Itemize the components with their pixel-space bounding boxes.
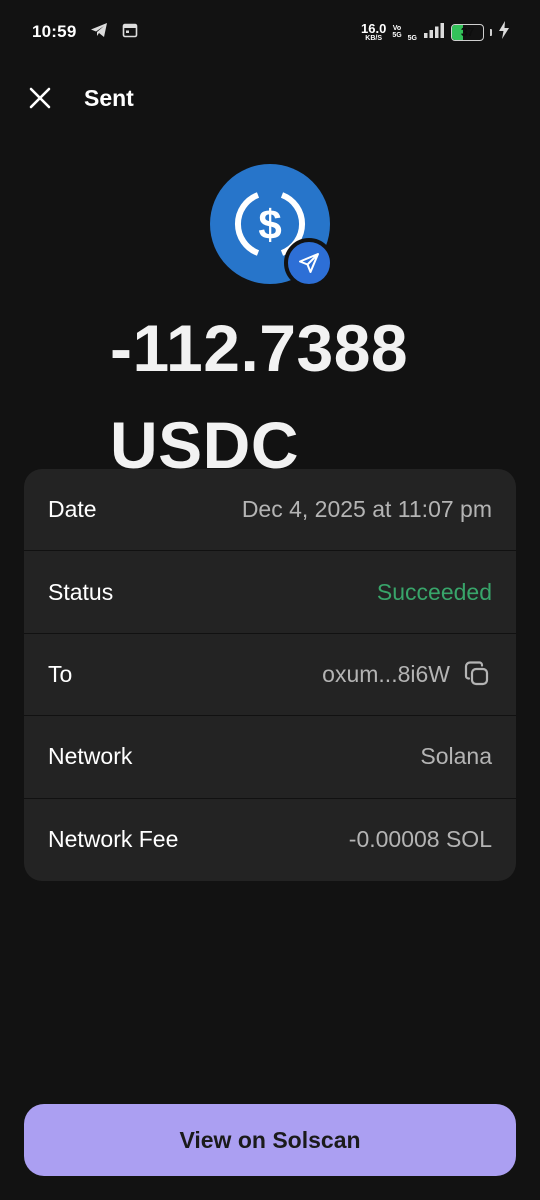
detail-row-to: To oxum...8i6W [24,634,516,717]
detail-label: Status [48,578,114,605]
status-bar: 10:59 16.0 KB/S Vo 5G 5G 37 [0,0,540,64]
recipient-address-group: oxum...8i6W [322,659,492,689]
close-button[interactable] [24,82,56,114]
send-arrow-icon [284,238,334,288]
details-card: Date Dec 4, 2025 at 11:07 pm Status Succ… [24,469,516,881]
svg-text:$: $ [258,201,281,248]
header: Sent [24,78,134,118]
amount-value: -112.7388 [110,311,409,385]
detail-row-date: Date Dec 4, 2025 at 11:07 pm [24,469,516,552]
charging-icon [498,20,510,44]
detail-row-network: Network Solana [24,716,516,799]
transaction-amount: -112.7388 USDC [110,300,530,494]
detail-row-network-fee: Network Fee -0.00008 SOL [24,799,516,881]
status-time: 10:59 [32,22,77,41]
detail-value: Dec 4, 2025 at 11:07 pm [241,496,492,523]
recipient-address: oxum...8i6W [322,660,450,687]
detail-value: Solana [420,743,492,770]
copy-button[interactable] [462,659,492,689]
detail-value: -0.00008 SOL [348,826,492,853]
signal-icon [423,22,445,43]
calendar-icon [122,22,138,43]
detail-row-status: Status Succeeded [24,551,516,634]
close-icon [29,87,51,109]
copy-icon [464,661,489,686]
detail-label: Network Fee [48,826,179,853]
detail-label: Date [48,496,97,523]
network-type: 5G [407,34,417,42]
page-title: Sent [84,84,134,111]
battery-cap [490,28,492,36]
battery-icon: 37 [451,23,484,41]
detail-label: Network [48,743,133,770]
network-speed: 16.0 KB/S [361,21,387,42]
transaction-detail-screen: 10:59 16.0 KB/S Vo 5G 5G 37 Sent $ -112.… [0,0,540,1200]
volte-indicator: Vo 5G [392,24,402,39]
telegram-icon [90,22,108,43]
view-on-solscan-button[interactable]: View on Solscan [24,1104,516,1176]
detail-label: To [48,660,73,687]
status-value: Succeeded [376,578,492,605]
